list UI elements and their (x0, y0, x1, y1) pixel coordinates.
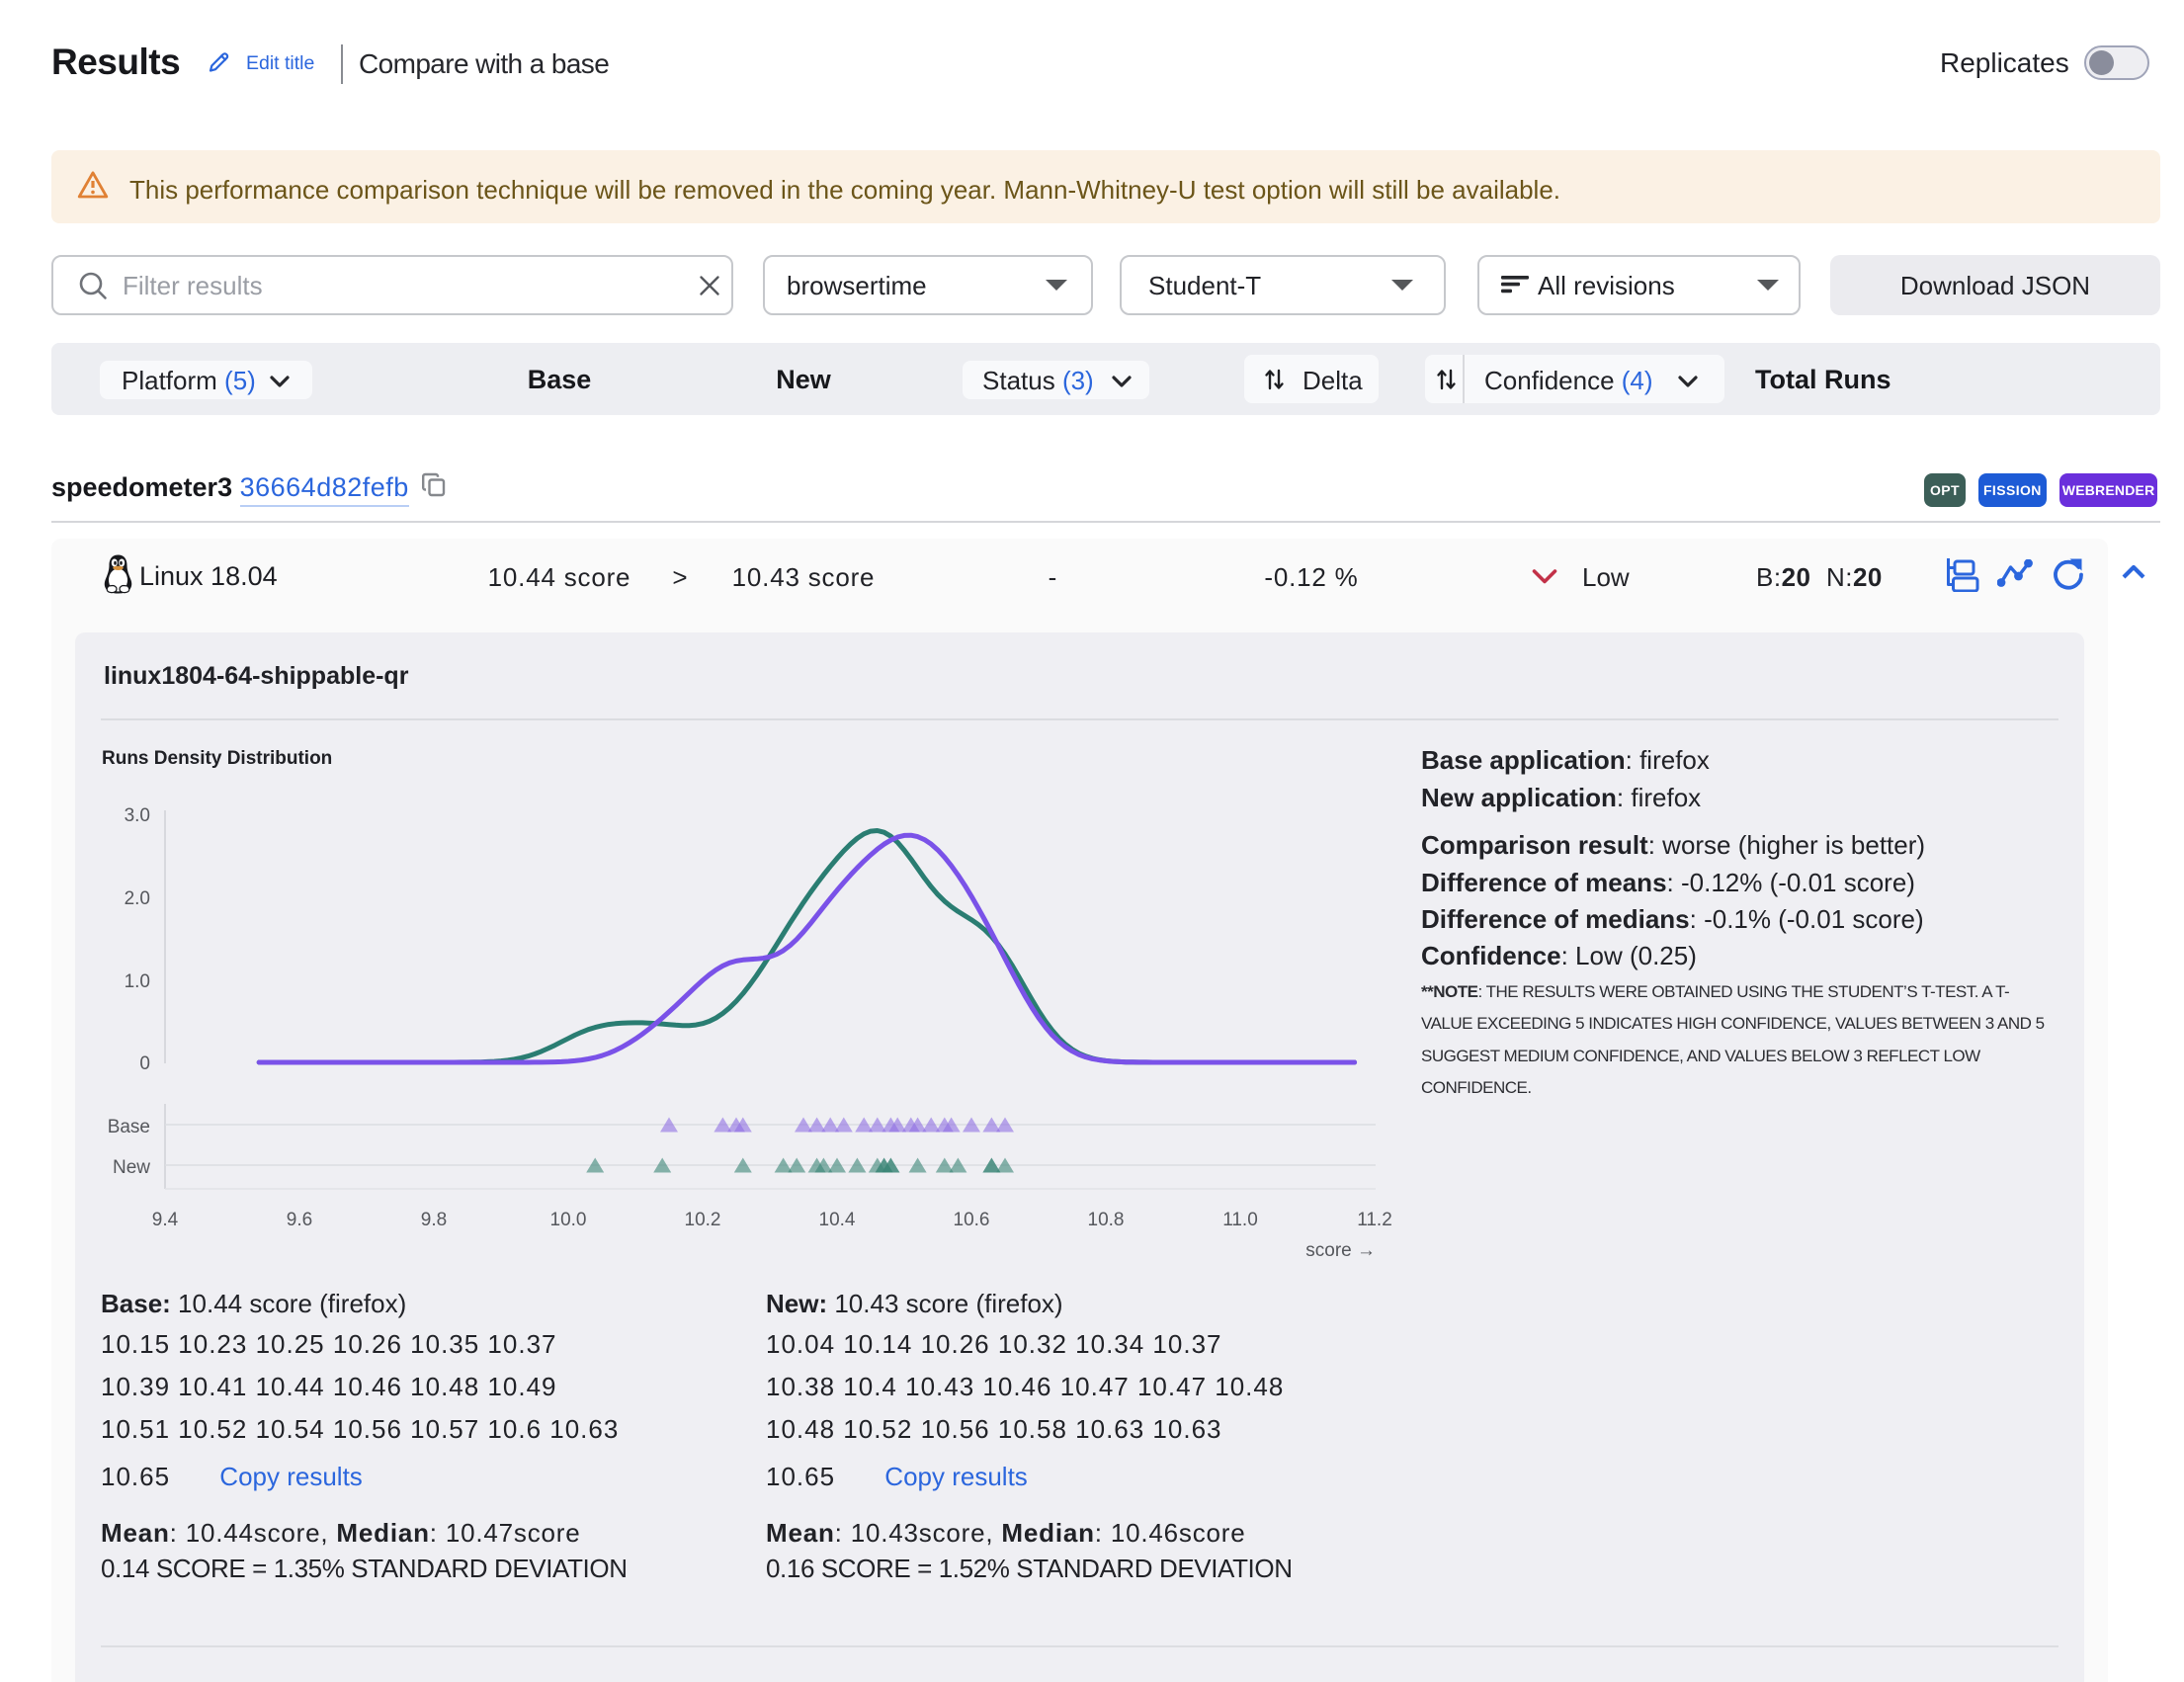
svg-text:11.2: 11.2 (1357, 1210, 1392, 1230)
svg-text:Base: Base (108, 1117, 150, 1137)
svg-text:10.6: 10.6 (954, 1210, 990, 1230)
svg-text:1.0: 1.0 (125, 971, 150, 992)
svg-text:0: 0 (139, 1053, 150, 1074)
svg-text:10.4: 10.4 (819, 1210, 856, 1230)
svg-text:3.0: 3.0 (125, 805, 150, 826)
svg-text:9.8: 9.8 (421, 1210, 447, 1230)
svg-text:10.0: 10.0 (550, 1210, 587, 1230)
svg-text:10.8: 10.8 (1088, 1210, 1125, 1230)
svg-text:2.0: 2.0 (125, 888, 150, 909)
svg-text:9.6: 9.6 (287, 1210, 312, 1230)
svg-text:10.2: 10.2 (685, 1210, 721, 1230)
svg-text:9.4: 9.4 (152, 1210, 179, 1230)
svg-text:New: New (113, 1157, 150, 1178)
svg-text:11.0: 11.0 (1222, 1210, 1258, 1230)
svg-text:score →: score → (1305, 1240, 1376, 1261)
